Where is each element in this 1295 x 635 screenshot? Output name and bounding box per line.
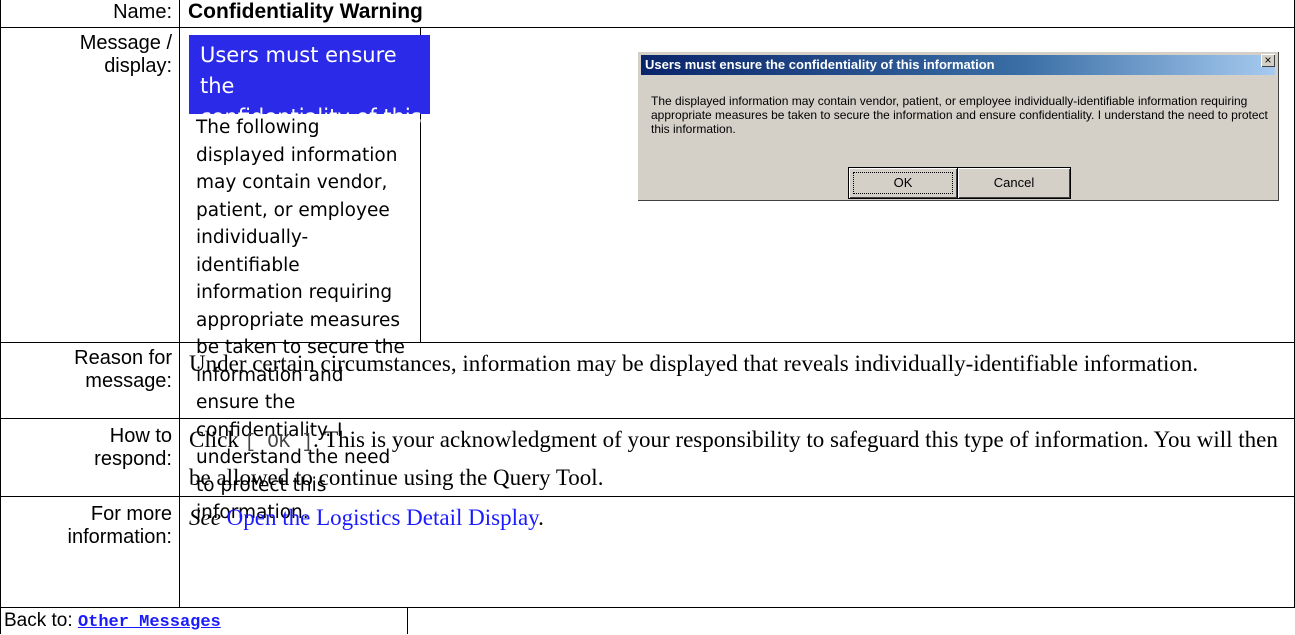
reason-label: Reason for message: [0,347,172,393]
reason-label-line2: message: [85,370,172,392]
respond-label: How to respond: [0,425,172,471]
dialog-body: The displayed information may contain ve… [651,94,1268,136]
more-info-label: For more information: [0,503,173,549]
respond-text: Click [ OK ]. This is your acknowledgmen… [189,422,1289,495]
focus-rect [853,172,953,194]
column-divider [179,0,180,608]
row-divider [0,342,1295,343]
respond-text-after: . This is your acknowledgment of your re… [189,427,1278,490]
row-divider [0,607,1295,608]
ok-button[interactable]: OK [849,168,957,198]
message-label-line2: display: [104,55,172,77]
cancel-button[interactable]: Cancel [958,168,1070,198]
see-text: See [189,505,221,530]
logistics-detail-link[interactable]: Open the Logistics Detail Display [227,505,539,530]
ok-button-reference: [ OK ] [244,431,314,453]
other-messages-link[interactable]: Other Messages [78,613,221,632]
confidentiality-dialog: Users must ensure the confidentiality of… [637,51,1279,201]
period: . [538,505,544,530]
back-row: Back to: Other Messages [4,609,221,635]
column-divider [407,608,408,634]
respond-text-before: Click [189,427,239,452]
more-info-label-line2: information: [67,526,173,548]
page-title: Confidentiality Warning [188,1,423,23]
row-divider [0,27,1295,28]
more-info-label-line1: For more [90,503,172,525]
reason-label-line1: Reason for [74,347,172,369]
more-info-text: See Open the Logistics Detail Display. [189,500,1189,535]
banner-line1: Users must ensure the [200,43,397,98]
name-label: Name: [113,1,172,23]
message-banner: Users must ensure the confidentiality of… [189,35,430,160]
row-divider [0,496,1295,497]
respond-label-line1: How to [109,425,172,447]
message-label: Message / display: [0,32,172,78]
dialog-title: Users must ensure the confidentiality of… [641,55,1275,75]
back-label: Back to: [4,610,73,631]
close-icon[interactable]: × [1261,54,1275,67]
message-label-line1: Message / [79,32,172,54]
row-divider [0,418,1295,419]
respond-label-line2: respond: [94,448,172,470]
reason-text: Under certain circumstances, information… [189,351,1199,376]
